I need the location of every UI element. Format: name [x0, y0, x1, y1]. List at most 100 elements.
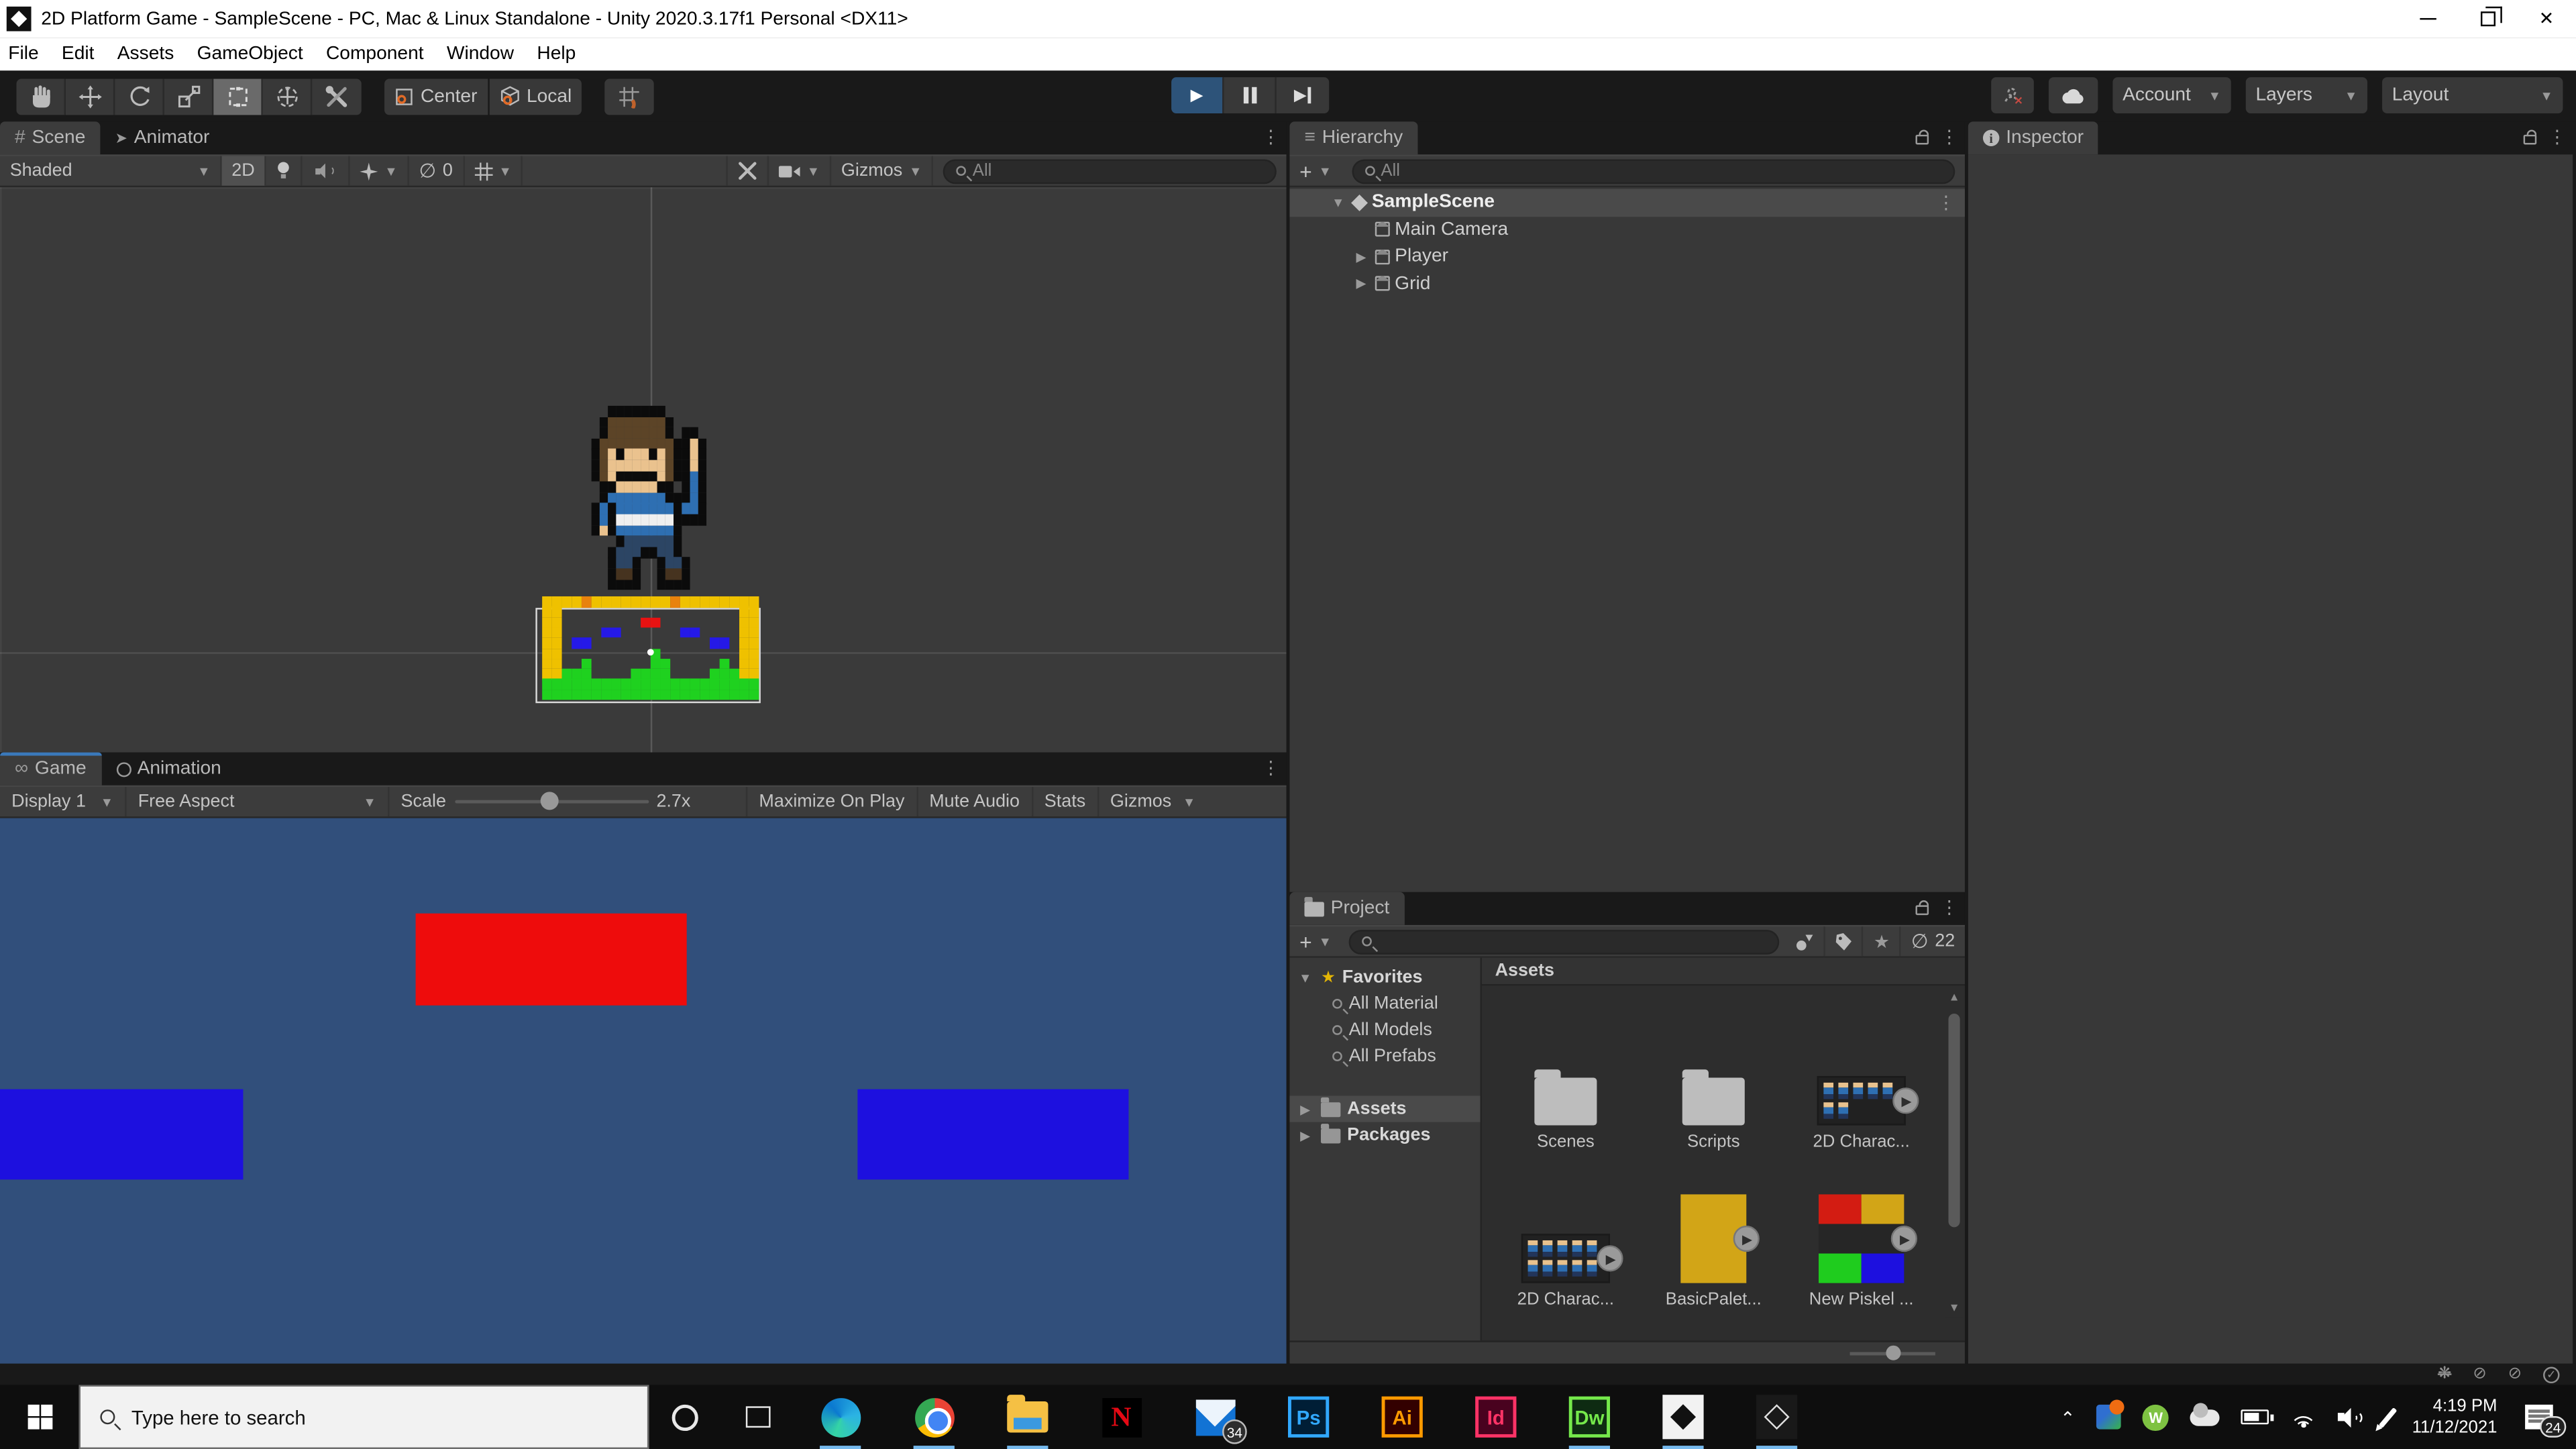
scene-visibility-button[interactable]: ∅ 0 — [409, 156, 464, 186]
project-add-button[interactable]: + ▼ — [1289, 926, 1341, 956]
asset-scripts[interactable]: Scripts — [1643, 996, 1784, 1153]
toggle-2d-button[interactable]: 2D — [221, 156, 266, 186]
battery-icon[interactable] — [2241, 1409, 2273, 1425]
favorite-all-prefabs[interactable]: All Prefabs — [1289, 1043, 1480, 1069]
item-menu-icon[interactable]: ⋮ — [1937, 192, 1965, 213]
taskbar-app-unity-active[interactable] — [1636, 1385, 1730, 1449]
project-scrollbar[interactable]: ▲ ▼ — [1945, 990, 1964, 1318]
menu-window[interactable]: Window — [447, 44, 514, 64]
cache-disabled-icon[interactable]: ⊘ — [2473, 1365, 2487, 1383]
project-folder-packages[interactable]: ▶ Packages — [1289, 1122, 1480, 1148]
project-search-input[interactable] — [1348, 928, 1780, 954]
taskbar-app-netflix[interactable]: N — [1075, 1385, 1169, 1449]
scene-camera-dropdown[interactable]: ▼ — [769, 156, 832, 186]
scene-lighting-button[interactable] — [266, 156, 303, 186]
move-tool-button[interactable] — [65, 78, 115, 115]
minimize-button[interactable] — [2399, 0, 2458, 38]
scene-search-input[interactable]: All — [943, 158, 1277, 184]
account-dropdown[interactable]: Account ▼ — [2112, 77, 2231, 113]
hierarchy-item-grid[interactable]: ▶ Grid — [1289, 270, 1965, 297]
taskbar-app-unity[interactable] — [1730, 1385, 1824, 1449]
player-sprite[interactable] — [591, 405, 707, 591]
rotate-tool-button[interactable] — [115, 78, 164, 115]
foldout-icon[interactable]: ▶ — [1296, 1102, 1314, 1116]
maximize-on-play-button[interactable]: Maximize On Play — [747, 787, 918, 817]
scale-slider[interactable] — [454, 792, 649, 810]
show-hidden-icons-button[interactable]: ⌃ — [2060, 1408, 2076, 1429]
search-by-type-button[interactable] — [1786, 926, 1826, 957]
tab-animator[interactable]: ➤ Animator — [100, 121, 224, 154]
scene-viewport[interactable] — [0, 187, 1287, 753]
action-center-button[interactable]: 24 — [2525, 1404, 2567, 1438]
foldout-icon[interactable]: ▼ — [1329, 195, 1347, 210]
hierarchy-item-samplescene[interactable]: ▼ SampleScene ⋮ — [1289, 189, 1965, 217]
taskbar-app-photoshop[interactable]: Ps — [1262, 1385, 1356, 1449]
foldout-icon[interactable]: ▶ — [1352, 276, 1371, 291]
scene-gizmos-dropdown[interactable]: Gizmos ▼ — [831, 156, 934, 186]
tab-inspector[interactable]: i Inspector — [1968, 121, 2099, 155]
wifi-icon[interactable] — [2290, 1407, 2317, 1427]
game-gizmos-dropdown[interactable]: Gizmos ▼ — [1099, 787, 1208, 816]
onedrive-icon[interactable] — [2190, 1402, 2220, 1426]
taskbar-clock[interactable]: 4:19 PM 11/12/2021 — [2412, 1395, 2498, 1438]
shading-mode-dropdown[interactable]: Shaded ▼ — [0, 156, 222, 186]
restore-button[interactable] — [2458, 0, 2517, 38]
level-sprite[interactable] — [542, 596, 760, 700]
asset-2d-charac-[interactable]: ▶ 2D Charac... — [1495, 1153, 1637, 1311]
game-menu-icon[interactable]: ⋮ — [1262, 757, 1280, 778]
favorite-all-material[interactable]: All Material — [1289, 991, 1480, 1017]
step-button[interactable]: ▶ — [1276, 77, 1330, 113]
grid-snapping-button[interactable] — [604, 78, 654, 115]
play-badge-icon[interactable]: ▶ — [1733, 1225, 1760, 1252]
refresh-disabled-icon[interactable]: ⊘ — [2508, 1365, 2522, 1383]
close-button[interactable]: ✕ — [2517, 0, 2576, 38]
project-menu-icon[interactable]: ⋮ — [1940, 897, 1958, 918]
debugger-disabled-icon[interactable]: ❋ — [2438, 1365, 2452, 1383]
menu-assets[interactable]: Assets — [117, 44, 174, 64]
scene-effects-dropdown[interactable]: ▼ — [350, 156, 409, 186]
play-button[interactable]: ▶ — [1171, 77, 1224, 113]
hand-tool-button[interactable] — [16, 78, 66, 115]
inspector-menu-icon[interactable]: ⋮ — [2548, 127, 2566, 148]
layout-dropdown[interactable]: Layout ▼ — [2382, 77, 2563, 113]
display-dropdown[interactable]: Display 1 ▼ — [0, 787, 127, 817]
taskbar-app-mail[interactable]: 34 — [1168, 1385, 1262, 1449]
space-toggle-button[interactable]: Local — [488, 78, 582, 115]
hierarchy-item-player[interactable]: ▶ Player — [1289, 243, 1965, 270]
tab-scene[interactable]: # Scene — [0, 121, 101, 155]
pivot-toggle-button[interactable]: Center — [384, 78, 488, 115]
task-view-button[interactable] — [721, 1385, 794, 1449]
layers-dropdown[interactable]: Layers ▼ — [2245, 77, 2367, 113]
lock-icon[interactable] — [1915, 129, 1929, 145]
aspect-dropdown[interactable]: Free Aspect ▼ — [127, 787, 390, 817]
favorite-search-button[interactable]: ★ — [1864, 926, 1902, 957]
pen-icon[interactable] — [2379, 1405, 2398, 1428]
search-by-label-button[interactable] — [1826, 926, 1864, 957]
tab-hierarchy[interactable]: ≡ Hierarchy — [1289, 121, 1418, 155]
custom-tool-button[interactable] — [312, 78, 362, 115]
lock-icon[interactable] — [2523, 129, 2537, 145]
menu-edit[interactable]: Edit — [62, 44, 95, 64]
foldout-icon[interactable]: ▶ — [1352, 250, 1371, 264]
lock-icon[interactable] — [1915, 900, 1929, 916]
scene-tools-button[interactable] — [726, 156, 769, 186]
favorite-all-models[interactable]: All Models — [1289, 1017, 1480, 1043]
tab-animation[interactable]: Animation — [101, 753, 236, 786]
taskbar-app-edge[interactable] — [794, 1385, 888, 1449]
play-badge-icon[interactable]: ▶ — [1597, 1245, 1623, 1272]
hierarchy-search-input[interactable]: All — [1351, 158, 1955, 184]
rect-tool-button[interactable] — [213, 78, 263, 115]
tab-game[interactable]: ∞ Game — [0, 752, 101, 786]
play-badge-icon[interactable]: ▶ — [1892, 1087, 1919, 1114]
volume-icon[interactable] — [2338, 1407, 2364, 1427]
menu-file[interactable]: File — [8, 44, 38, 64]
webroot-icon[interactable]: W — [2143, 1403, 2169, 1430]
project-folder-assets[interactable]: ▶ Assets — [1289, 1095, 1481, 1122]
start-button[interactable] — [0, 1385, 79, 1449]
scene-audio-button[interactable] — [303, 156, 350, 186]
thumbnail-size-slider[interactable] — [1849, 1344, 1935, 1360]
menu-help[interactable]: Help — [537, 44, 576, 64]
hierarchy-item-main-camera[interactable]: Main Camera — [1289, 216, 1965, 243]
play-badge-icon[interactable]: ▶ — [1890, 1225, 1917, 1252]
project-favorites[interactable]: ▼ ★ Favorites — [1289, 965, 1480, 991]
